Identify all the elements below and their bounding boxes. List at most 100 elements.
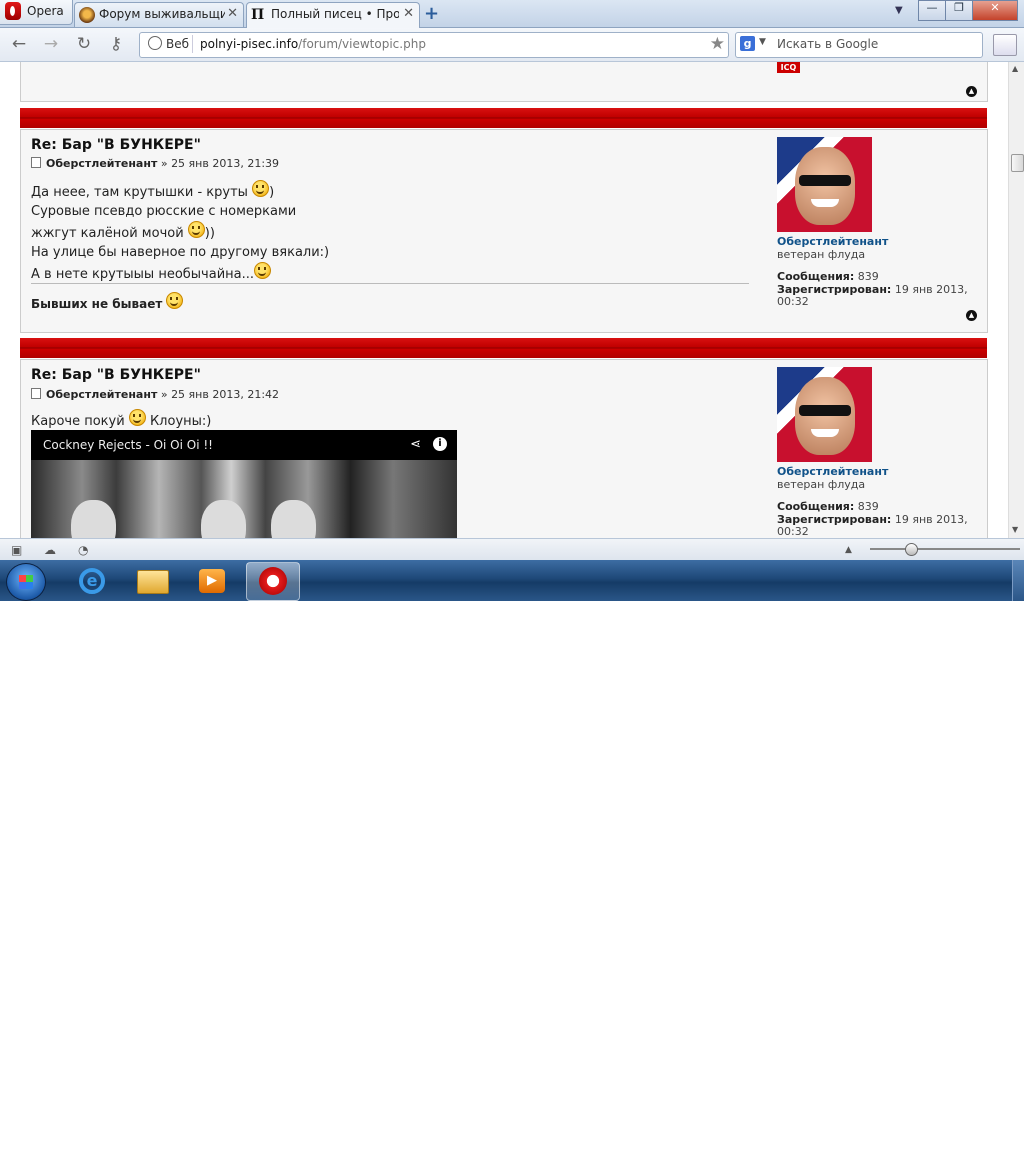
post-body: Кароче покуй Клоуны:): [31, 409, 211, 432]
post-author[interactable]: Оберстлейтенант: [46, 157, 157, 170]
start-button[interactable]: [6, 563, 46, 601]
speed-dial-icon[interactable]: ◔: [78, 543, 88, 557]
zoom-menu-icon[interactable]: ▲: [845, 545, 852, 555]
power-icon[interactable]: ▮: [862, 1132, 869, 1146]
previous-post-tail: ▲: [20, 62, 988, 102]
opera-logo-icon: [5, 2, 21, 20]
post-icon[interactable]: [31, 388, 41, 399]
scrollbar-thumb[interactable]: [1011, 154, 1024, 172]
info-icon[interactable]: i: [433, 437, 447, 451]
close-tab-icon[interactable]: ✕: [227, 6, 238, 21]
tab-polnyi-pisec[interactable]: Π Полный писец • Прос... ✕: [246, 2, 420, 28]
opera-menu-label: Opera: [27, 4, 64, 18]
post-line-suffix: )): [204, 226, 215, 241]
url-path: /forum/viewtopic.php: [298, 37, 426, 51]
profile-username[interactable]: Оберстлейтенант: [777, 235, 888, 248]
scroll-up-icon[interactable]: ▲: [1012, 64, 1018, 73]
opera-unite-icon[interactable]: ☁: [44, 543, 56, 557]
post-title[interactable]: Re: Бар "В БУНКЕРЕ": [31, 137, 201, 153]
scroll-down-icon[interactable]: ▼: [1012, 525, 1018, 534]
profile-posts-value[interactable]: 839: [858, 270, 879, 283]
clock-time: 21:37: [956, 1127, 988, 1140]
post-line-text: Кароче покуй: [31, 414, 125, 429]
post-body: Да нeee, там крутышки - круты ) Суровые …: [31, 180, 329, 285]
post-line-text: Да нeee, там крутышки - круты: [31, 185, 248, 200]
new-tab-button[interactable]: +: [424, 3, 439, 24]
system-clock[interactable]: 21:37 06.02.2013: [942, 1126, 1005, 1156]
embedded-video[interactable]: Cockney Rejects - Oi Oi Oi !! ⋖ i: [31, 430, 457, 538]
smile-smiley-icon: [128, 409, 146, 426]
profile-posts-label: Сообщения:: [777, 500, 855, 513]
panel-toggle-icon[interactable]: [993, 34, 1017, 56]
panel-icon[interactable]: ▣: [11, 543, 22, 557]
profile-rank: ветеран флуда: [777, 248, 866, 261]
post-line: Суровые псевдо рюсские с номерками: [31, 203, 297, 219]
video-title[interactable]: Cockney Rejects - Oi Oi Oi !!: [43, 438, 213, 452]
zoom-slider-track[interactable]: [870, 548, 1020, 550]
grin-smiley-icon: [187, 221, 205, 238]
close-tab-icon[interactable]: ✕: [403, 6, 414, 21]
avatar: [777, 137, 872, 232]
show-hidden-icons-icon[interactable]: ▲: [818, 1135, 825, 1145]
icq-badge[interactable]: ICQ: [777, 62, 800, 73]
back-to-top-icon[interactable]: ▲: [966, 86, 977, 97]
profile-registered: Зарегистрирован: 19 янв 2013, 00:32: [777, 284, 982, 308]
google-icon[interactable]: g: [740, 36, 755, 51]
post-author[interactable]: Оберстлейтенант: [46, 388, 157, 401]
back-icon[interactable]: ←: [8, 34, 30, 54]
language-indicator[interactable]: RU: [787, 1132, 804, 1146]
zoom-slider-knob[interactable]: [905, 543, 918, 556]
tab-label: Полный писец • Прос...: [271, 7, 399, 21]
minimize-button[interactable]: —: [918, 0, 946, 21]
post-line-text: Клоуны:): [149, 414, 212, 429]
maximize-button[interactable]: ❐: [945, 0, 973, 21]
key-icon[interactable]: ⚷: [105, 34, 127, 54]
media-player-taskbar-icon[interactable]: ▶: [186, 562, 238, 599]
show-desktop-button[interactable]: [1012, 560, 1024, 601]
page-content: ▲ Re: Бар "В БУНКЕРЕ" Оберстлейтенант » …: [0, 62, 1008, 538]
tab-survival-forum[interactable]: Форум выживальщик... ✕: [74, 2, 244, 27]
vertical-scrollbar[interactable]: ▲ ▼: [1008, 62, 1024, 538]
web-badge[interactable]: Веб: [142, 35, 193, 53]
close-window-button[interactable]: ✕: [972, 0, 1018, 21]
post-title[interactable]: Re: Бар "В БУНКЕРЕ": [31, 367, 201, 383]
address-field[interactable]: Веб polnyi-pisec.info/forum/viewtopic.ph…: [139, 32, 729, 58]
opera-taskbar-icon[interactable]: [246, 562, 300, 601]
profile-rank: ветеран флуда: [777, 478, 866, 491]
grin-smiley-icon: [252, 180, 270, 197]
profile-username[interactable]: Оберстлейтенант: [777, 465, 888, 478]
explorer-taskbar-icon[interactable]: [126, 562, 178, 599]
post-line: А в нете крутыыы необычайна...: [31, 262, 329, 285]
opera-menu-button[interactable]: Opera: [0, 0, 73, 25]
bookmark-star-icon[interactable]: ★: [710, 34, 725, 54]
action-center-flag-icon[interactable]: ⚑: [838, 1132, 849, 1146]
avatar: [777, 367, 872, 462]
internet-explorer-taskbar-icon[interactable]: e: [66, 562, 118, 599]
share-icon[interactable]: ⋖: [410, 437, 421, 452]
search-placeholder: Искать в Google: [777, 37, 879, 51]
navigation-bar: ← → ↻ ⚷ Веб polnyi-pisec.info/forum/view…: [0, 28, 1024, 62]
reload-icon[interactable]: ↻: [73, 34, 95, 54]
back-to-top-icon[interactable]: ▲: [966, 310, 977, 321]
signature-text: Бывших не бывает: [31, 297, 163, 311]
tab-list-icon[interactable]: ▼: [895, 5, 903, 16]
url-text[interactable]: polnyi-pisec.info/forum/viewtopic.php: [200, 37, 426, 51]
post: Re: Бар "В БУНКЕРЕ" Оберстлейтенант » 25…: [20, 129, 988, 333]
author-profile: Оберстлейтенант ветеран флуда Сообщения:…: [777, 137, 982, 308]
web-badge-label: Веб: [166, 37, 190, 51]
post-date: 25 янв 2013, 21:42: [171, 388, 280, 401]
windows-taskbar: e ▶ RU ▲ ⚑ ▮ ▂▄▆ ◀) 21:37 06.02.2013: [0, 560, 1024, 1155]
author-profile: Оберстлейтенант ветеран флуда Сообщения:…: [777, 367, 982, 538]
post-icon[interactable]: [31, 157, 41, 168]
search-field[interactable]: g ▼ Искать в Google: [735, 32, 983, 58]
profile-posts: Сообщения: 839: [777, 271, 982, 283]
post-line: Да нeee, там крутышки - круты ): [31, 180, 329, 203]
search-engine-dropdown-icon[interactable]: ▼: [759, 37, 766, 47]
post-line-text: А в нете крутыыы необычайна...: [31, 267, 255, 282]
post-meta: Оберстлейтенант » 25 янв 2013, 21:39: [31, 157, 279, 170]
volume-icon[interactable]: ◀): [914, 1132, 928, 1146]
video-thumbnail[interactable]: [31, 460, 457, 538]
forward-icon[interactable]: →: [40, 34, 62, 54]
profile-posts-value[interactable]: 839: [858, 500, 879, 513]
network-signal-icon[interactable]: ▂▄▆: [886, 1132, 914, 1146]
